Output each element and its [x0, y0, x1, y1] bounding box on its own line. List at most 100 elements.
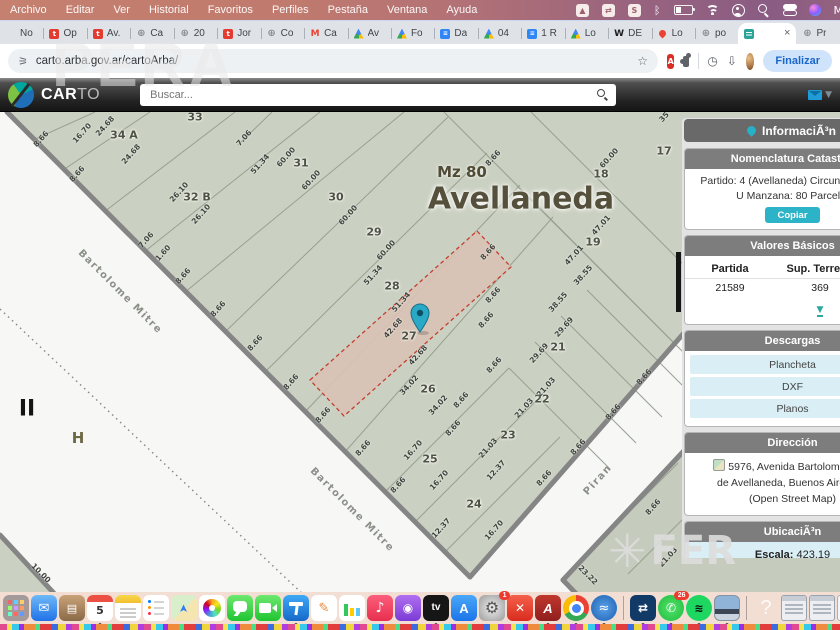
dock-maps[interactable]: ➤	[171, 595, 197, 621]
url-text[interactable]: carto.arba.gov.ar/cartoArba/	[36, 55, 178, 67]
map-search-box[interactable]	[140, 84, 616, 106]
download-row-planos[interactable]: Planos	[690, 399, 840, 418]
finish-button[interactable]: Finalizar	[763, 50, 832, 72]
control-center-icon[interactable]	[783, 4, 796, 16]
menubar-item-favoritos[interactable]: Favoritos	[208, 4, 253, 16]
shortcut-badge-icon[interactable]: ▲	[576, 4, 589, 17]
browser-tab[interactable]: MCa	[304, 23, 347, 44]
browser-tab[interactable]: Lo	[652, 23, 695, 44]
profile-avatar[interactable]	[746, 53, 754, 70]
dock-reminders[interactable]	[143, 595, 169, 621]
battery-icon[interactable]	[674, 5, 693, 15]
dock-mail[interactable]: ✉	[31, 595, 57, 621]
messages-menu[interactable]: ▼	[808, 90, 832, 100]
dock-calendar[interactable]: 5	[87, 595, 113, 621]
siri-icon[interactable]	[809, 4, 821, 16]
tab-close-icon[interactable]: ×	[784, 28, 790, 39]
menubar-item-ayuda[interactable]: Ayuda	[446, 4, 477, 16]
cadastral-map[interactable]: Mz 80Avellaneda3334 A32 B313029282726252…	[0, 112, 840, 592]
menubar-item-historial[interactable]: Historial	[149, 4, 189, 16]
browser-tab[interactable]: No	[0, 23, 43, 44]
map-label: 8.66	[643, 497, 662, 517]
download-icon[interactable]: ▼	[817, 307, 824, 317]
map-label: 28	[384, 280, 399, 293]
menubar-item-editar[interactable]: Editar	[66, 4, 95, 16]
info-title: InformaciÃ³n	[762, 124, 836, 138]
menubar-item-archivo[interactable]: Archivo	[10, 4, 47, 16]
dock-win1[interactable]	[781, 595, 807, 621]
dock-redx[interactable]: ✕	[507, 595, 533, 621]
dock-music[interactable]: ♪	[367, 595, 393, 621]
shield-s-icon[interactable]: S	[628, 4, 641, 17]
menubar-item-perfiles[interactable]: Perfiles	[272, 4, 309, 16]
dock-photos[interactable]	[199, 595, 225, 621]
dock-facetime[interactable]	[255, 595, 281, 621]
menu-extra-icon[interactable]: M	[834, 4, 840, 17]
browser-tab[interactable]: Lo	[565, 23, 608, 44]
dock-teamviewer[interactable]: ⇄	[630, 595, 656, 621]
dock-messages[interactable]	[227, 595, 253, 621]
menubar-item-pestaña[interactable]: Pestaña	[328, 4, 368, 16]
download-row-dxf[interactable]: DXF	[690, 377, 840, 396]
blank-favicon-icon	[6, 29, 16, 39]
nomenclatura-title: Nomenclatura Catastral	[685, 149, 840, 169]
map-label: 16.70	[71, 121, 94, 145]
dock-launchpad[interactable]	[3, 595, 29, 621]
browser-tab[interactable]: ⊕Pr	[796, 23, 839, 44]
site-settings-icon[interactable]: ⚞	[18, 55, 28, 68]
dock-pages[interactable]: ✎	[311, 595, 337, 621]
browser-tab[interactable]: ⊕20	[174, 23, 217, 44]
browser-tab[interactable]: tAv.	[87, 23, 130, 44]
pdf-extension-icon[interactable]: A	[667, 54, 674, 69]
search-input[interactable]	[148, 88, 591, 102]
dock-keynote[interactable]	[283, 595, 309, 621]
browser-tab[interactable]: ⊕Co	[261, 23, 304, 44]
dock-openoffice[interactable]: ≈	[591, 595, 617, 621]
wifi-icon[interactable]	[706, 5, 719, 15]
copy-button[interactable]: Copiar	[765, 207, 819, 223]
dock-chrome[interactable]	[563, 595, 589, 621]
dock-acrobat[interactable]: A	[535, 595, 561, 621]
search-icon[interactable]	[597, 89, 608, 100]
menubar-item-ver[interactable]: Ver	[113, 4, 130, 16]
browser-tab[interactable]: ≡1 R	[521, 23, 564, 44]
search-icon[interactable]	[758, 4, 770, 16]
dock-spotify[interactable]: ≋	[686, 595, 712, 621]
browser-tab[interactable]: ≡Da	[434, 23, 477, 44]
dock-settings[interactable]: ⚙1	[479, 595, 505, 621]
dock-question[interactable]: ?	[753, 595, 779, 621]
browser-tab[interactable]: tOp	[43, 23, 86, 44]
dock-appstore[interactable]: A	[451, 595, 477, 621]
downloads-icon[interactable]: ⇩	[727, 54, 737, 68]
browser-tab[interactable]: WDE	[608, 23, 651, 44]
tab-label: Op	[63, 28, 76, 39]
dock-appletv[interactable]: tv	[423, 595, 449, 621]
extensions-icon[interactable]	[683, 56, 688, 67]
panel-resize-handle[interactable]	[676, 252, 681, 312]
info-panel-header[interactable]: InformaciÃ³n	[684, 119, 840, 142]
download-row-plancheta[interactable]: Plancheta	[690, 355, 840, 374]
map-label: Bartolome Mitre	[76, 248, 165, 337]
user-circle-icon[interactable]	[732, 4, 745, 17]
browser-tab[interactable]: tJor	[217, 23, 260, 44]
history-icon[interactable]: ◷	[707, 54, 717, 68]
tab-active-arba[interactable]: ×	[738, 23, 796, 44]
browser-tab[interactable]: Fo	[391, 23, 434, 44]
dock-screenshot[interactable]	[714, 595, 740, 621]
tab-label: Jor	[237, 28, 251, 39]
dock-contacts[interactable]: ▤	[59, 595, 85, 621]
menubar-item-ventana[interactable]: Ventana	[387, 4, 427, 16]
dock-numbers[interactable]	[339, 595, 365, 621]
bookmark-star-icon[interactable]: ☆	[637, 54, 648, 68]
browser-tab[interactable]: Av	[348, 23, 391, 44]
arrows-badge-icon[interactable]: ⇄	[602, 4, 615, 17]
url-bar[interactable]: ⚞ carto.arba.gov.ar/cartoArba/ ☆	[8, 49, 658, 73]
browser-tab[interactable]: ⊕po	[695, 23, 738, 44]
dock-win2[interactable]	[809, 595, 835, 621]
bluetooth-icon[interactable]: ᛒ	[654, 4, 661, 17]
browser-tab[interactable]: 04	[478, 23, 521, 44]
dock-whatsapp[interactable]: ✆26	[658, 595, 684, 621]
dock-podcasts[interactable]: ◉	[395, 595, 421, 621]
dock-notes[interactable]	[115, 595, 141, 621]
browser-tab[interactable]: ⊕Ca	[130, 23, 173, 44]
